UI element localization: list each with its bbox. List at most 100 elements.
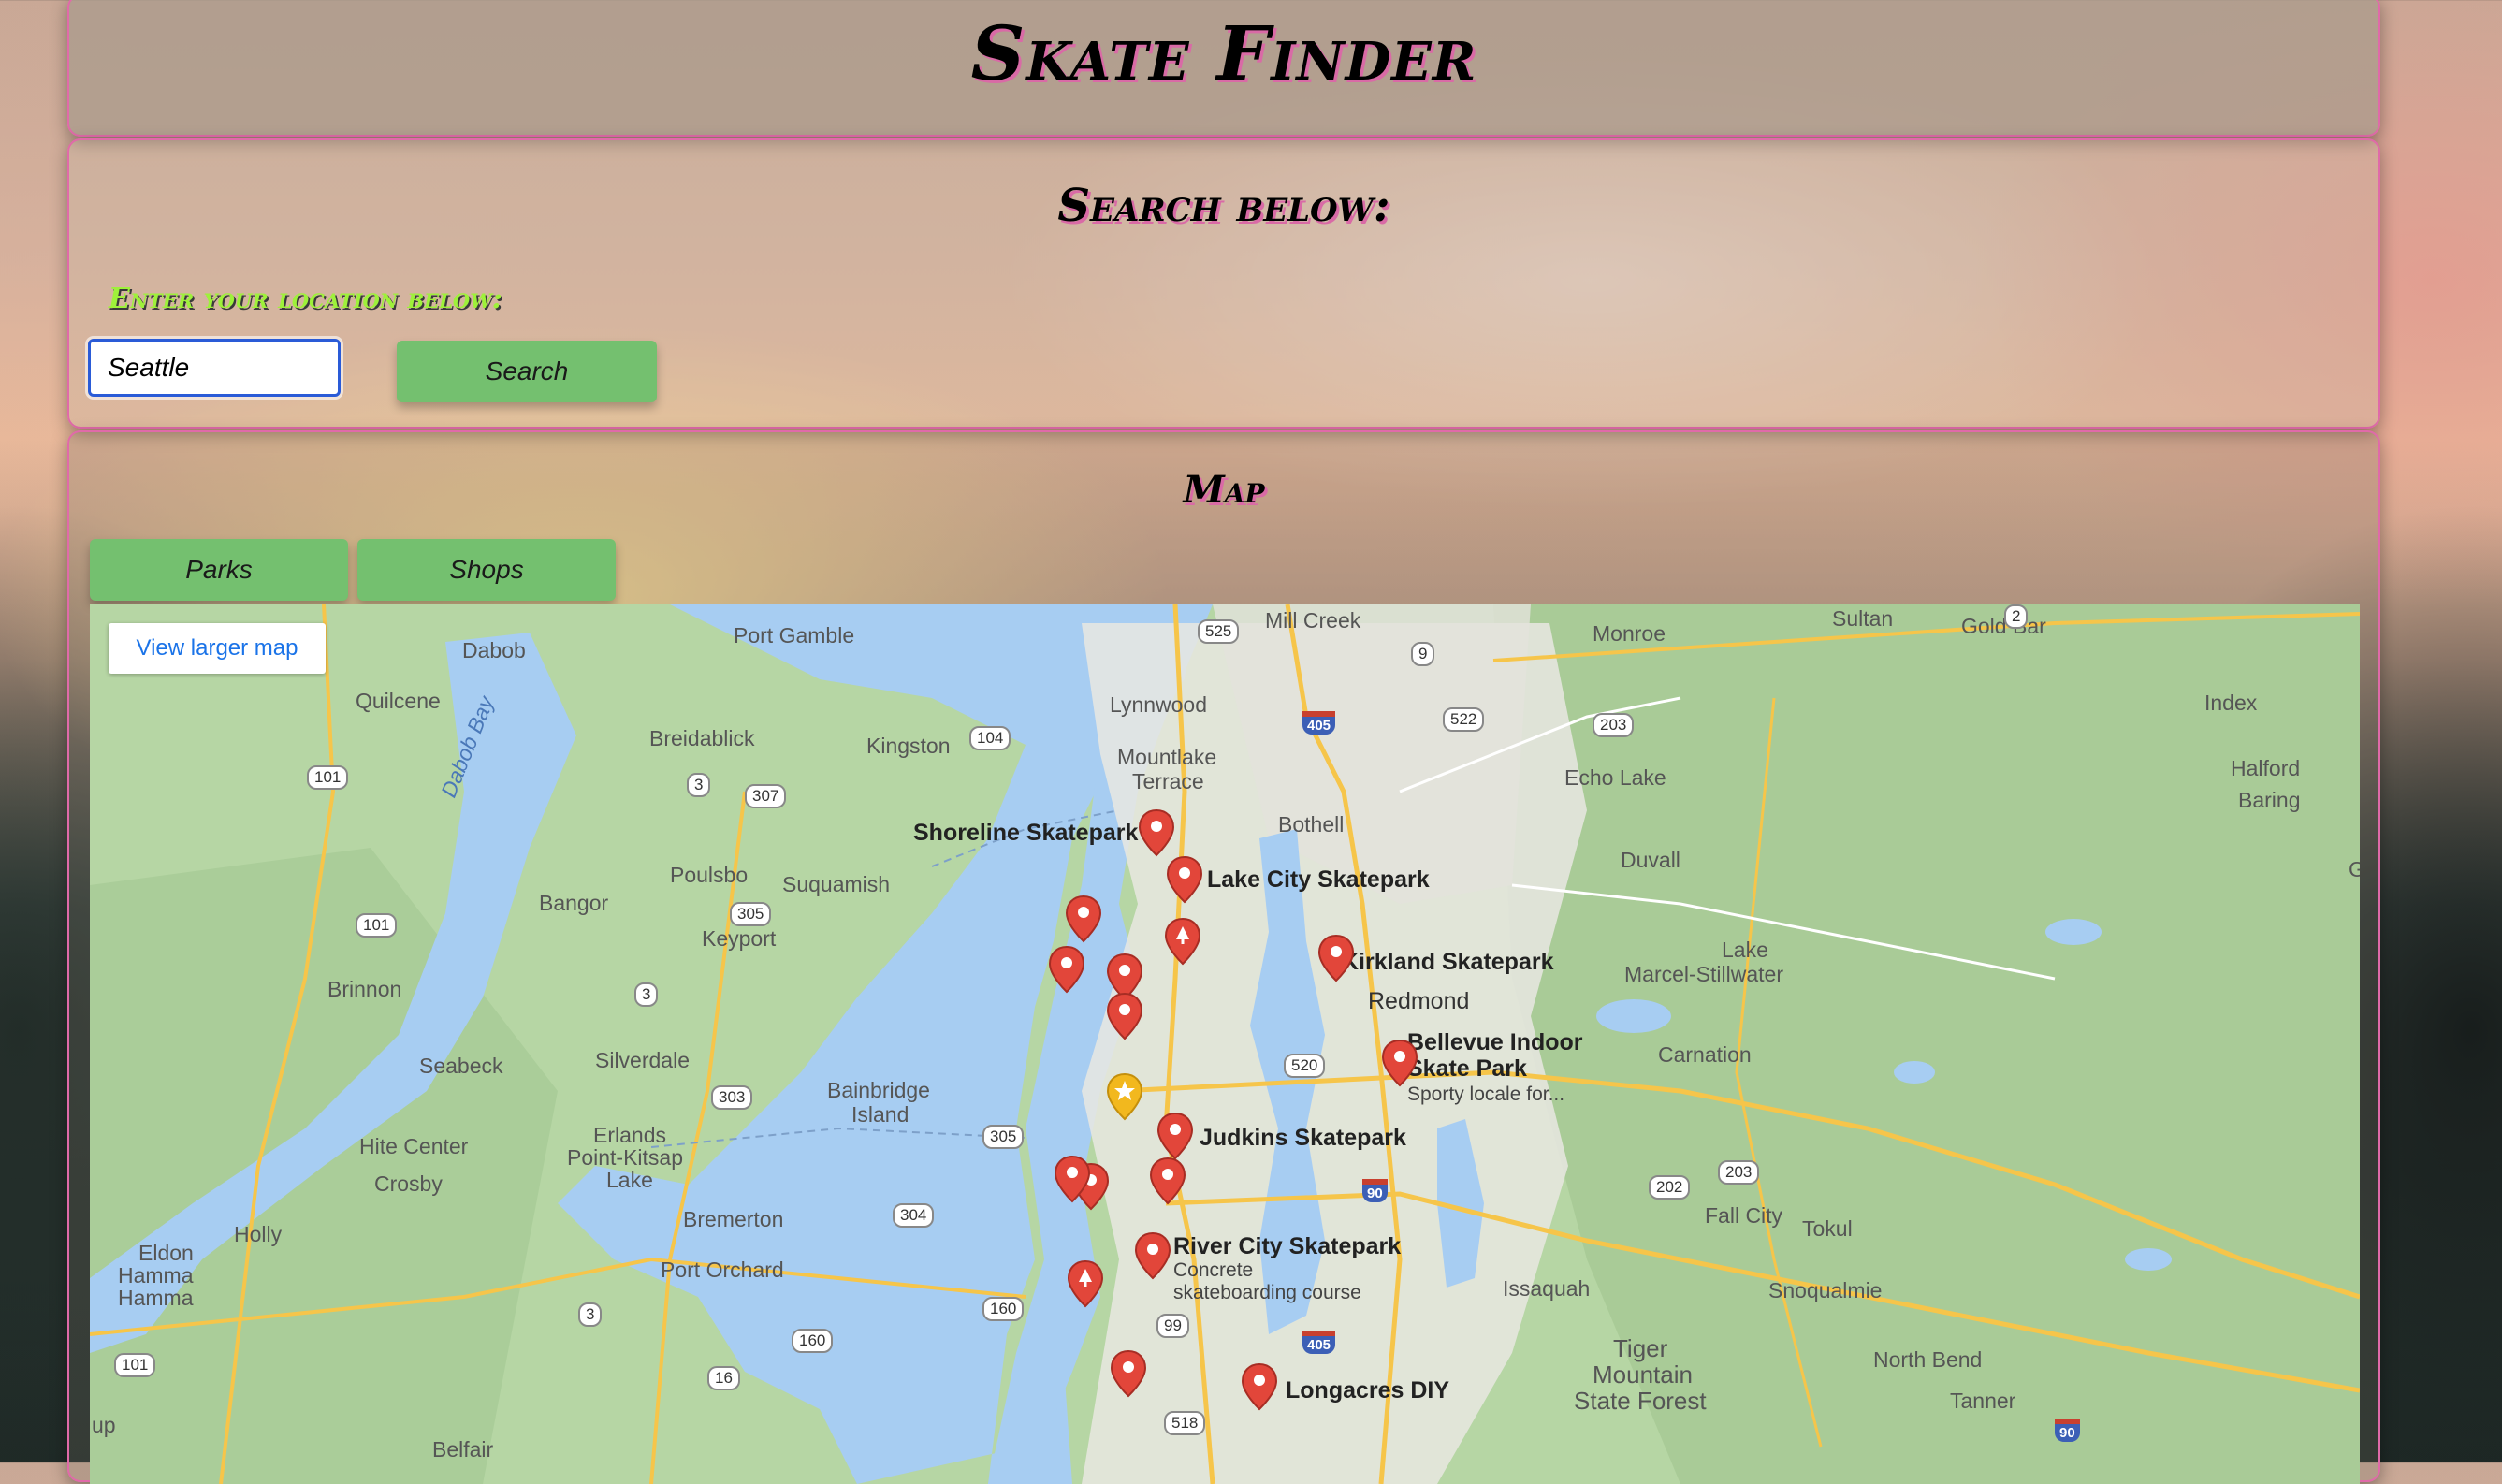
map-pin-star-icon[interactable] xyxy=(1106,1072,1143,1121)
town-label: Index xyxy=(2204,691,2258,715)
map-canvas[interactable] xyxy=(90,604,2360,1484)
route-shield: 203 xyxy=(1718,1160,1760,1185)
town-label: Baring xyxy=(2238,788,2301,812)
map-pin-icon[interactable] xyxy=(1138,808,1175,857)
map-pin-icon[interactable] xyxy=(1134,1231,1171,1280)
interstate-shield: 405 xyxy=(1302,711,1336,735)
route-shield: 101 xyxy=(356,913,398,938)
route-shield: 2 xyxy=(2004,604,2029,629)
map-pin-icon[interactable] xyxy=(1065,895,1102,943)
town-label: Port Gamble xyxy=(734,623,855,647)
place-label-bellevue-indoor-line2[interactable]: Skate Park xyxy=(1407,1055,1527,1083)
place-label-bellevue-indoor[interactable]: Bellevue Indoor xyxy=(1407,1029,1583,1056)
map-pin-icon[interactable] xyxy=(1166,855,1203,904)
town-label: Bangor xyxy=(539,891,609,915)
town-label: Halford xyxy=(2231,756,2301,780)
view-larger-map-link[interactable]: View larger map xyxy=(109,623,326,674)
search-panel: Search below: Enter your location below:… xyxy=(67,138,2380,429)
map-pin-icon[interactable] xyxy=(1156,1112,1194,1160)
town-label: Breidablick xyxy=(649,726,755,750)
town-label: Crosby xyxy=(374,1171,443,1196)
map-pin-icon[interactable] xyxy=(1110,1349,1147,1398)
town-label: Hamma xyxy=(118,1263,194,1288)
town-label: Holly xyxy=(234,1222,283,1246)
location-label: Enter your location below: xyxy=(109,283,502,315)
route-shield: 3 xyxy=(634,982,659,1007)
place-label-longacres-diy[interactable]: Longacres DIY xyxy=(1286,1377,1449,1404)
town-label: Monroe xyxy=(1593,621,1666,646)
map-pin-park-icon[interactable] xyxy=(1164,917,1201,966)
town-label: Hite Center xyxy=(359,1134,469,1158)
town-label: Tiger xyxy=(1613,1334,1668,1362)
map-pin-icon[interactable] xyxy=(1106,992,1143,1040)
town-label: Marcel-Stillwater xyxy=(1624,962,1783,986)
town-label: Port Orchard xyxy=(661,1258,784,1282)
map-pin-icon[interactable] xyxy=(1048,945,1085,994)
town-label: Lynnwood xyxy=(1110,692,1208,717)
route-shield: 305 xyxy=(982,1125,1025,1149)
town-label: Point-Kitsap xyxy=(567,1145,684,1170)
route-shield: 160 xyxy=(982,1297,1025,1321)
route-shield: 304 xyxy=(893,1203,935,1228)
location-input[interactable] xyxy=(88,339,341,397)
town-label: Fall City xyxy=(1705,1203,1783,1228)
town-label: Erlands xyxy=(593,1123,666,1147)
interstate-shield: 405 xyxy=(1302,1331,1336,1354)
route-shield: 305 xyxy=(730,902,772,926)
town-label: Lake xyxy=(606,1168,653,1192)
place-subtitle: Sporty locale for... xyxy=(1407,1084,1565,1105)
place-subtitle: skateboarding course xyxy=(1173,1282,1361,1303)
route-shield: 202 xyxy=(1649,1175,1691,1200)
route-shield: 525 xyxy=(1198,619,1240,644)
interstate-shield: 90 xyxy=(2055,1419,2080,1442)
place-label-kirkland-skatepark[interactable]: Kirkland Skatepark xyxy=(1342,949,1554,976)
route-shield: 101 xyxy=(114,1353,156,1377)
place-label-shoreline-skatepark[interactable]: Shoreline Skatepark xyxy=(913,820,1138,847)
town-label: G xyxy=(2349,857,2360,881)
map-pin-icon[interactable] xyxy=(1381,1039,1418,1087)
tab-shops[interactable]: Shops xyxy=(357,539,616,601)
place-label-river-city-skatepark[interactable]: River City Skatepark xyxy=(1173,1233,1401,1260)
route-shield: 101 xyxy=(307,765,349,790)
town-label: Echo Lake xyxy=(1564,765,1666,790)
search-button[interactable]: Search xyxy=(397,341,657,402)
place-label-judkins-skatepark[interactable]: Judkins Skatepark xyxy=(1200,1125,1406,1152)
route-shield: 104 xyxy=(969,726,1011,750)
tab-parks[interactable]: Parks xyxy=(90,539,348,601)
town-label: Lake xyxy=(1722,938,1768,962)
town-label: Mountain xyxy=(1593,1360,1693,1389)
map-heading: Map xyxy=(1183,468,1265,512)
map-pin-icon[interactable] xyxy=(1241,1362,1278,1411)
map-pin-park-icon[interactable] xyxy=(1067,1259,1104,1308)
route-shield: 99 xyxy=(1156,1314,1189,1338)
town-label: up xyxy=(92,1413,116,1437)
map-pin-icon[interactable] xyxy=(1149,1157,1186,1205)
town-label: Keyport xyxy=(702,926,777,951)
site-title: Skate Finder xyxy=(970,9,1477,97)
map-panel: Map Parks Shops View larger map Mill Cre… xyxy=(67,430,2380,1484)
town-label: North Bend xyxy=(1873,1347,1983,1372)
town-label: Hamma xyxy=(118,1286,194,1310)
route-shield: 9 xyxy=(1411,642,1435,666)
town-label: Tanner xyxy=(1950,1389,2016,1413)
town-label: Tokul xyxy=(1802,1216,1853,1241)
town-label: Issaquah xyxy=(1503,1276,1591,1301)
town-label: Bothell xyxy=(1278,812,1345,837)
town-label: Mountlake xyxy=(1117,745,1217,769)
place-subtitle: Concrete xyxy=(1173,1259,1254,1281)
map-pin-icon[interactable] xyxy=(1054,1155,1091,1203)
place-label-lake-city-skatepark[interactable]: Lake City Skatepark xyxy=(1207,866,1430,894)
town-label: Belfair xyxy=(432,1437,494,1462)
town-label: Poulsbo xyxy=(670,863,749,887)
town-label: Dabob xyxy=(462,638,526,662)
route-shield: 303 xyxy=(711,1085,753,1110)
route-shield: 518 xyxy=(1164,1411,1206,1435)
route-shield: 3 xyxy=(578,1302,603,1327)
embedded-map[interactable]: View larger map Mill Creek Sultan Monroe… xyxy=(90,604,2360,1484)
route-shield: 160 xyxy=(792,1329,834,1353)
map-pin-icon[interactable] xyxy=(1317,934,1355,982)
town-label: Kingston xyxy=(866,734,951,758)
town-label: Terrace xyxy=(1132,769,1204,793)
town-label: Quilcene xyxy=(356,689,441,713)
town-label: State Forest xyxy=(1574,1387,1707,1415)
